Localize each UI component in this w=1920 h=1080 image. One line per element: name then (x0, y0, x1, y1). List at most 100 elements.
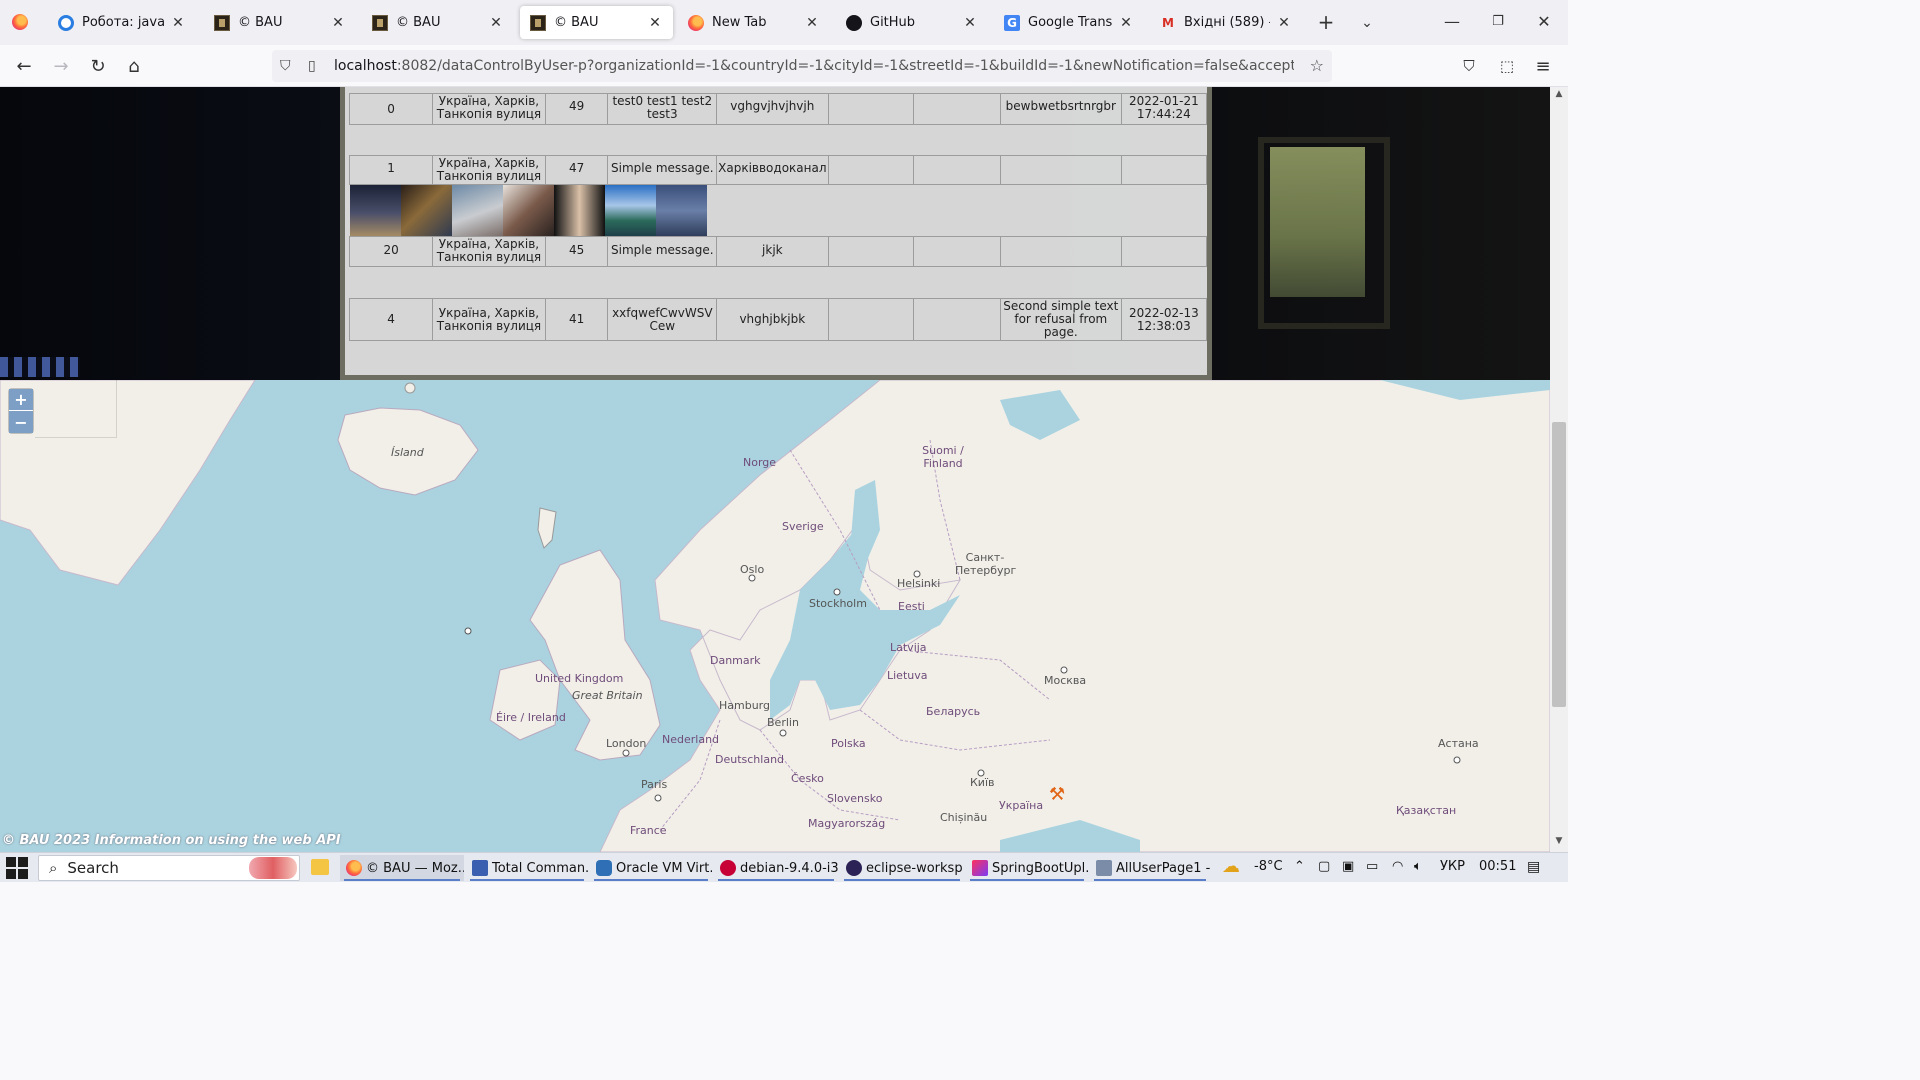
thumbnail-image[interactable] (400, 185, 452, 236)
cell-empty (913, 236, 1001, 267)
weather-icon[interactable]: ☁ (1222, 856, 1240, 877)
home-icon[interactable]: ⌂ (120, 52, 148, 80)
reload-icon[interactable]: ↻ (84, 52, 112, 80)
map-view[interactable]: Ísland Norge Suomi / Finland Sverige Osl… (0, 380, 1550, 852)
windows-start-icon[interactable] (6, 857, 28, 879)
taskbar-item-eclipse[interactable]: eclipse-worksp... (840, 855, 964, 881)
temperature-label[interactable]: -8°C (1254, 859, 1283, 874)
map-label: Беларусь (926, 705, 981, 718)
cell-message: Simple message. (607, 236, 718, 267)
thumbnail-image[interactable] (553, 185, 605, 236)
tab-work[interactable]: Робота: java у Львові ✕ (48, 6, 196, 39)
taskbar-item-alluserpage[interactable]: AllUserPage1 -... (1090, 855, 1210, 881)
scrollbar-thumb[interactable] (1552, 422, 1566, 707)
file-explorer-icon[interactable] (311, 859, 329, 875)
notifications-icon[interactable]: ▤ (1527, 859, 1540, 875)
tab-bau-active[interactable]: © BAU ✕ (520, 6, 673, 39)
thumbnail-image[interactable] (451, 185, 503, 236)
cell-message: test0 test1 test2 test3 (607, 93, 718, 125)
taskbar-item-debian[interactable]: debian-9.4.0-i3... (714, 855, 838, 881)
zoom-in-button[interactable]: + (9, 389, 33, 411)
scroll-down-arrow-icon[interactable]: ▼ (1550, 836, 1568, 850)
restore-icon[interactable]: ❐ (1483, 8, 1513, 36)
tray-app-icon[interactable]: ▢ (1318, 859, 1330, 874)
taskbar-item-total-commander[interactable]: Total Comman... (466, 855, 588, 881)
footer-info-link[interactable]: © BAU 2023 Information on using the web … (2, 833, 341, 848)
close-icon[interactable]: ✕ (1276, 15, 1292, 31)
tab-github[interactable]: GitHub ✕ (836, 6, 988, 39)
windows-taskbar: ⌕ Search © BAU — Moz... Total Comman... … (0, 852, 1568, 882)
close-icon[interactable]: ✕ (962, 15, 978, 31)
cell-author: jkjk (716, 236, 829, 267)
scroll-up-arrow-icon[interactable]: ▲ (1550, 89, 1568, 103)
map-label: Great Britain (572, 689, 643, 702)
taskbar-search-box[interactable]: ⌕ Search (38, 855, 300, 881)
table-row[interactable]: 20 Україна, Харків, Танкопія вулиця 45 S… (348, 236, 1208, 267)
close-icon[interactable]: ✕ (804, 15, 820, 31)
clock[interactable]: 00:51 (1479, 859, 1516, 874)
page-info-icon[interactable]: ▯ (308, 58, 326, 74)
taskbar-item-intellij[interactable]: SpringBootUpl... (966, 855, 1088, 881)
tab-bau-2[interactable]: © BAU ✕ (362, 6, 514, 39)
table-row[interactable]: 1 Україна, Харків, Танкопія вулиця 47 Si… (348, 155, 1208, 185)
map-label: Paris (641, 778, 668, 791)
cell-empty (827, 155, 915, 185)
taskbar-item-virtualbox[interactable]: Oracle VM Virt... (590, 855, 712, 881)
table-row[interactable]: 4 Україна, Харків, Танкопія вулиця 41 xx… (348, 298, 1208, 341)
table-row[interactable]: 0 Україна, Харків, Танкопія вулиця 49 te… (348, 93, 1208, 125)
url-bar[interactable]: ⛉ ▯ localhost:8082/dataControlByUser-p?o… (272, 50, 1332, 82)
gmail-icon: M (1162, 15, 1174, 30)
pocket-icon[interactable]: ⛉ (1455, 52, 1483, 80)
thumbnail-image[interactable] (604, 185, 656, 236)
zoom-out-button[interactable]: − (9, 411, 33, 433)
taskbar-item-label: eclipse-worksp... (866, 860, 964, 876)
tab-title: Google Translate (1028, 15, 1112, 30)
list-all-tabs-chevron-icon[interactable]: ⌄ (1354, 10, 1380, 36)
map-label: Magyarország (808, 817, 886, 830)
thumbnail-image[interactable] (655, 185, 707, 236)
window-close-icon[interactable]: ✕ (1529, 8, 1559, 36)
url-text[interactable]: localhost:8082/dataControlByUser-p?organ… (334, 58, 1294, 74)
firefox-menu-icon[interactable] (8, 10, 32, 34)
notification-marker-icon[interactable]: ⚒ (1049, 784, 1065, 805)
hamburger-menu-icon[interactable]: ≡ (1529, 52, 1557, 80)
close-icon[interactable]: ✕ (170, 15, 186, 31)
bookmark-star-icon[interactable]: ☆ (1310, 56, 1324, 75)
thumbnail-image[interactable] (502, 185, 554, 236)
taskbar-item-label: SpringBootUpl... (992, 860, 1088, 876)
map-label: Stockholm (809, 597, 867, 610)
map-label: Қазақстан (1396, 804, 1457, 817)
language-indicator[interactable]: УКР (1440, 859, 1465, 874)
battery-icon[interactable]: ▭ (1366, 859, 1378, 874)
intellij-icon (972, 860, 988, 876)
forward-arrow-icon[interactable]: → (47, 52, 75, 80)
extensions-puzzle-icon[interactable]: ⬚ (1493, 52, 1521, 80)
minimize-icon[interactable]: — (1437, 8, 1467, 36)
close-icon[interactable]: ✕ (488, 15, 504, 31)
show-hidden-icons-chevron-icon[interactable]: ⌃ (1294, 859, 1305, 874)
cell-empty (913, 93, 1001, 125)
zoom-control: + − (9, 389, 33, 433)
tracking-shield-icon[interactable]: ⛉ (280, 58, 298, 74)
new-tab-button[interactable]: + (1313, 10, 1339, 36)
tab-gmail[interactable]: M Вхідні (589) - andr ✕ (1150, 6, 1302, 39)
tab-new-tab[interactable]: New Tab ✕ (678, 6, 830, 39)
wifi-icon[interactable]: ◠ (1392, 859, 1403, 874)
volume-icon[interactable]: 🔈︎ (1414, 859, 1422, 874)
close-icon[interactable]: ✕ (1118, 15, 1134, 31)
tab-bau-1[interactable]: © BAU ✕ (204, 6, 356, 39)
tray-network-icon[interactable]: ▣ (1342, 859, 1354, 874)
thumbnail-image[interactable] (349, 185, 401, 236)
tab-google-translate[interactable]: G Google Translate ✕ (994, 6, 1144, 39)
firefox-icon (346, 860, 362, 876)
map-control-panel (35, 380, 117, 438)
cell-id: 20 (348, 236, 434, 267)
close-icon[interactable]: ✕ (647, 15, 663, 31)
taskbar-item-firefox[interactable]: © BAU — Moz... (340, 855, 464, 881)
map-label: Česko (791, 772, 824, 785)
map-label: Eesti (898, 600, 925, 613)
back-arrow-icon[interactable]: ← (10, 52, 38, 80)
virtualbox-icon (596, 860, 612, 876)
close-icon[interactable]: ✕ (330, 15, 346, 31)
tab-title: New Tab (712, 15, 767, 30)
